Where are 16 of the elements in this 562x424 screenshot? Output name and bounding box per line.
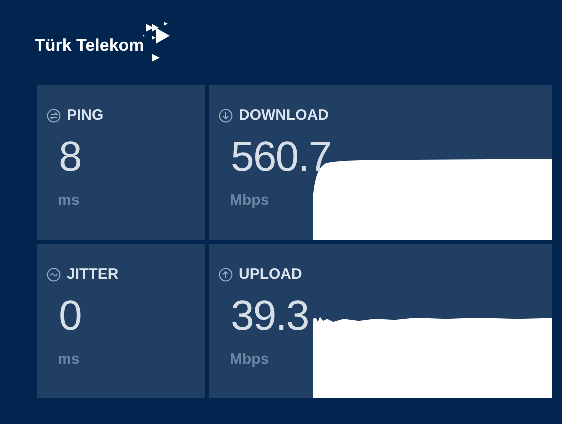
metric-unit: ms — [58, 351, 81, 368]
metric-value: 8 — [59, 136, 82, 178]
metric-unit: Mbps — [230, 351, 270, 368]
metric-value: 560.7 — [231, 136, 332, 178]
triangles-logo-icon — [142, 22, 172, 62]
metric-value: 0 — [59, 295, 82, 337]
wave-icon — [47, 268, 61, 282]
metric-value: 39.3 — [231, 295, 309, 337]
metric-unit: ms — [58, 192, 81, 209]
metric-label: JITTER — [67, 266, 119, 283]
metric-label: PING — [67, 107, 104, 124]
metric-unit: Mbps — [230, 192, 270, 209]
metric-label: DOWNLOAD — [239, 107, 329, 124]
brand-name: Türk Telekom — [35, 36, 144, 56]
swap-arrows-icon — [47, 108, 61, 122]
metric-label: UPLOAD — [239, 266, 302, 283]
